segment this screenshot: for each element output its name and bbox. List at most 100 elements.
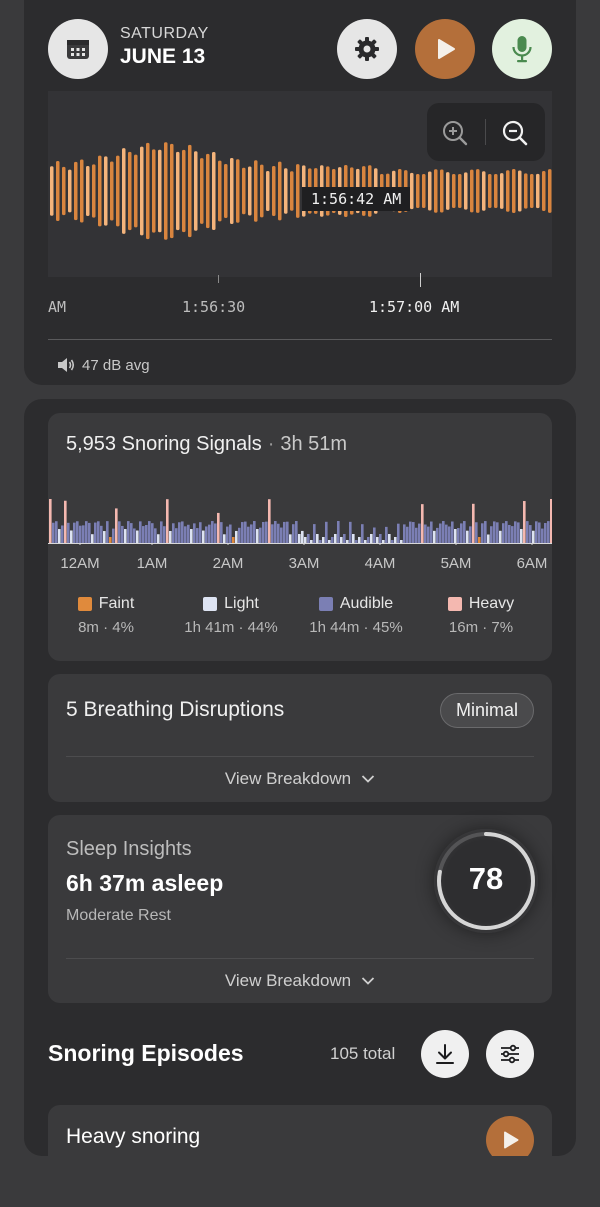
signal-bar (409, 521, 412, 543)
signal-bar (346, 540, 349, 543)
waveform-bar (506, 170, 510, 212)
signal-bar (256, 529, 259, 543)
signal-bar (475, 522, 478, 543)
signal-bar (193, 523, 196, 543)
signal-bar (181, 521, 184, 543)
waveform-bar (428, 171, 432, 211)
signal-bar (100, 525, 103, 543)
play-icon (438, 39, 455, 59)
signal-bar (226, 526, 229, 543)
date-day: SATURDAY (120, 25, 209, 42)
legend-name: Faint (43, 595, 169, 613)
signal-bar (490, 526, 493, 543)
signal-bar (76, 521, 79, 543)
signal-bar (403, 524, 406, 543)
signal-bar (373, 527, 376, 543)
microphone-button[interactable] (492, 19, 552, 79)
hour-label: 5AM (440, 555, 472, 572)
signal-bar (151, 523, 154, 543)
signal-bar (199, 522, 202, 543)
signal-bar (421, 504, 424, 543)
download-button[interactable] (421, 1030, 469, 1078)
signal-bar (310, 540, 313, 543)
signal-bar (220, 522, 223, 543)
signal-bar (127, 521, 130, 543)
insights-view-breakdown[interactable]: View Breakdown (48, 971, 552, 991)
signal-bar (544, 523, 547, 543)
signal-bar (445, 524, 448, 543)
legend-value: 8m · 4% (78, 619, 134, 636)
waveform-bar (524, 173, 528, 209)
signal-bar (316, 534, 319, 543)
filter-button[interactable] (486, 1030, 534, 1078)
waveform-bar (236, 159, 240, 223)
zoom-out-icon[interactable] (501, 119, 529, 147)
signal-bar (451, 521, 454, 543)
signal-bar (376, 537, 379, 543)
signal-bar (379, 534, 382, 543)
signal-bar (136, 530, 139, 543)
legend-label: Audible (339, 595, 394, 612)
date-main: JUNE 13 (120, 45, 206, 68)
sleep-score-ring[interactable]: 78 (434, 829, 538, 933)
signal-bar (142, 526, 145, 543)
signal-bar (184, 526, 187, 543)
signal-bar (361, 524, 364, 543)
chevron-down-icon (362, 977, 375, 985)
signal-bar (340, 537, 343, 543)
waveform-bar (176, 151, 180, 231)
waveform-bar (206, 153, 210, 229)
signal-bar (412, 522, 415, 543)
signal-bar (250, 524, 253, 543)
waveform-bar (536, 173, 540, 209)
signal-bar (526, 521, 529, 543)
signal-bar (442, 521, 445, 543)
legend-name: Light (168, 595, 294, 613)
signal-bar (319, 540, 322, 543)
signal-bar (211, 521, 214, 543)
signal-bar (508, 524, 511, 543)
axis-tick (420, 273, 421, 287)
avg-db-row: 47 dB avg (56, 356, 150, 374)
waveform-bar (518, 170, 522, 212)
signal-bar (418, 523, 421, 543)
snoring-signals-card: 5,953 Snoring Signals · 3h 51m 12AM 1AM 2AM 3… (48, 413, 552, 661)
signal-bar (304, 537, 307, 543)
waveform-bar (122, 148, 126, 234)
waveform-bar (248, 166, 252, 216)
calendar-button[interactable] (48, 19, 108, 79)
signal-bar (457, 528, 460, 543)
waveform-bar (452, 174, 456, 208)
signals-histogram[interactable] (48, 471, 552, 545)
gear-icon (355, 37, 379, 61)
signal-bar (112, 528, 115, 543)
legend-swatch (318, 597, 333, 611)
signal-bar (349, 521, 352, 543)
play-button[interactable] (415, 19, 475, 79)
waveform-bar (212, 152, 216, 230)
settings-button[interactable] (337, 19, 397, 79)
waveform-bar (272, 165, 276, 217)
disruptions-view-breakdown[interactable]: View Breakdown (48, 769, 552, 789)
zoom-in-icon[interactable] (441, 119, 469, 147)
card-divider (66, 958, 534, 959)
signals-count: 5,953 Snoring Signals (66, 433, 262, 455)
signal-bar (430, 521, 433, 543)
sleep-insights-card: Sleep Insights 6h 37m asleep Moderate Re… (48, 815, 552, 1003)
signal-bar (175, 528, 178, 543)
waveform-bar (200, 158, 204, 224)
zoom-controls (427, 103, 545, 161)
signal-bar (550, 499, 552, 543)
waveform-bar (56, 161, 60, 221)
signal-bar (238, 527, 241, 543)
waveform-bar (482, 171, 486, 211)
waveform-bar (194, 151, 198, 231)
signal-bar (64, 500, 67, 543)
episode-play-button[interactable] (486, 1116, 534, 1156)
signal-bar (286, 521, 289, 543)
signal-bar (331, 537, 334, 543)
signal-bar (454, 529, 457, 543)
signal-bar (496, 522, 499, 543)
episode-item[interactable]: Heavy snoring (48, 1105, 552, 1156)
signal-bar (535, 521, 538, 543)
